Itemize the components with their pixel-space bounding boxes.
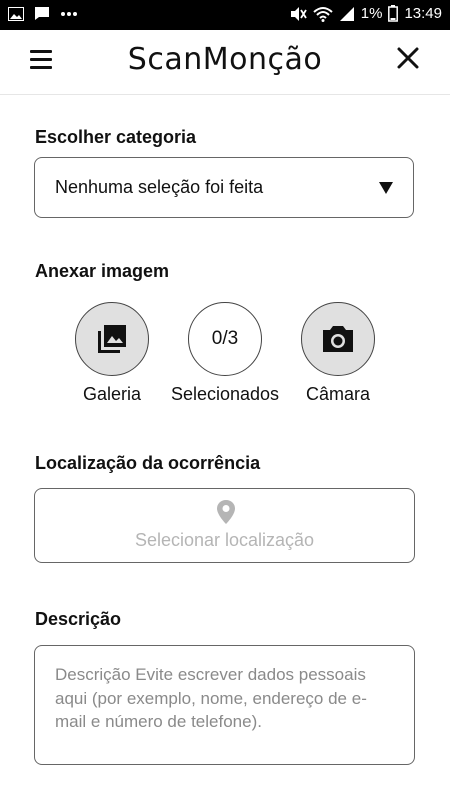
signal-icon	[339, 6, 354, 21]
battery-icon	[388, 5, 399, 22]
battery-percent: 1%	[360, 5, 383, 22]
mute-icon	[290, 6, 307, 21]
close-icon[interactable]	[396, 46, 420, 70]
selected-count: 0/3	[211, 328, 239, 349]
description-placeholder: Descrição Evite escrever dados pessoais …	[55, 665, 367, 731]
camera-icon	[323, 326, 353, 352]
photo-library-icon	[98, 325, 126, 353]
category-label: Escolher categoria	[35, 127, 197, 147]
app-title: ScanMonção	[127, 42, 323, 77]
location-picker[interactable]: Selecionar localização	[34, 488, 415, 563]
clock: 13:49	[404, 5, 442, 22]
location-placeholder: Selecionar localização	[134, 530, 315, 550]
location-label: Localização da ocorrência	[35, 453, 261, 473]
message-icon	[35, 7, 49, 20]
description-label: Descrição	[35, 609, 122, 629]
location-pin-icon	[217, 500, 235, 524]
status-bar: 1% 13:49	[0, 0, 450, 30]
selected-count-button[interactable]: 0/3	[188, 302, 262, 376]
app-bar: ScanMonção	[0, 30, 450, 95]
description-field[interactable]: Descrição Evite escrever dados pessoais …	[34, 645, 415, 765]
more-icon	[61, 11, 77, 16]
gallery-icon	[8, 6, 24, 21]
camera-button[interactable]	[301, 302, 375, 376]
status-right-icons: 1% 13:49	[289, 5, 442, 22]
category-selected-value: Nenhuma seleção foi feita	[55, 177, 264, 197]
dropdown-arrow-icon	[379, 182, 393, 194]
attach-image-label: Anexar imagem	[35, 261, 170, 281]
status-left-icons	[8, 6, 78, 21]
category-select[interactable]: Nenhuma seleção foi feita	[34, 157, 414, 218]
gallery-button[interactable]	[75, 302, 149, 376]
wifi-icon	[313, 6, 333, 22]
camera-label: Câmara	[305, 384, 371, 404]
